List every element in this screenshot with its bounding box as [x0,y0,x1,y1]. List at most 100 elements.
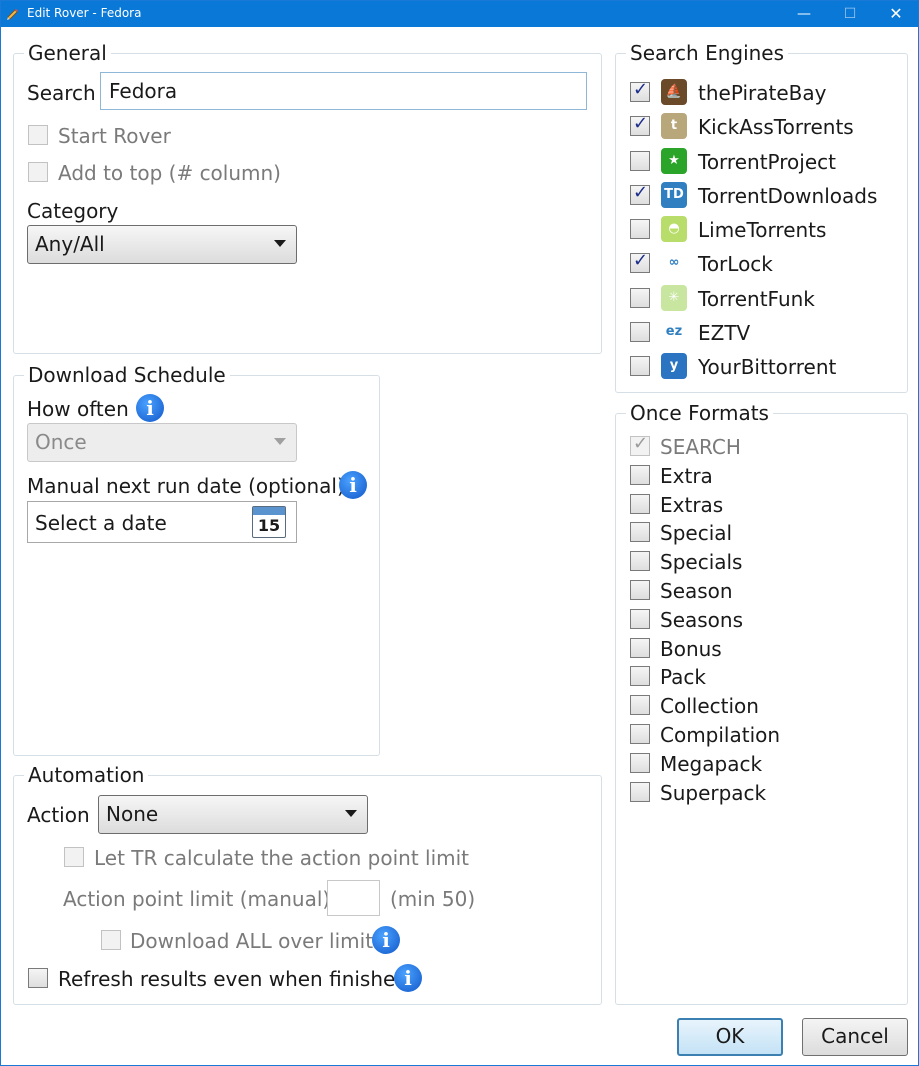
format-checkbox[interactable] [630,551,650,572]
point-limit-hint: (min 50) [390,887,476,911]
info-icon[interactable]: i [136,394,164,422]
engine-checkbox[interactable] [630,219,650,239]
check-icon: ✓ [633,250,649,272]
format-label: Seasons [660,607,744,632]
format-label: Specials [660,550,743,575]
search-input[interactable]: Fedora [100,72,587,110]
point-limit-label: Action point limit (manual) [63,887,331,911]
format-checkbox[interactable] [630,637,650,658]
format-label: Megapack [660,751,763,776]
automation-legend: Automation [24,763,149,787]
td-logo-icon: TD [661,181,687,208]
pencil-icon [7,9,18,20]
format-checkbox[interactable] [630,752,650,773]
once-formats-legend: Once Formats [626,401,773,425]
check-icon: ✓ [633,79,649,100]
maximize-button[interactable]: ☐ [827,1,873,27]
yourbittorrent-icon: y [661,353,687,379]
cancel-button[interactable]: Cancel [802,1018,908,1056]
window-title: Edit Rover - Fedora [27,6,142,20]
engine-label: LimeTorrents [698,218,827,242]
search-label: Search [27,81,96,105]
engine-label: TorrentProject [698,149,836,174]
check-icon: ✓ [633,181,649,203]
format-checkbox[interactable] [630,724,650,744]
engine-checkbox[interactable] [630,356,650,376]
format-checkbox[interactable] [630,666,650,687]
how-often-dropdown[interactable]: Once [27,423,297,462]
action-value: None [106,802,159,826]
refresh-results-label: Refresh results even when finished [58,967,409,991]
format-label: Pack [660,665,706,690]
format-label: Special [660,521,733,546]
ok-button[interactable]: OK [677,1018,783,1056]
calendar-day: 15 [257,516,281,535]
engine-label: EZTV [698,320,751,345]
format-checkbox[interactable] [630,580,650,600]
category-dropdown[interactable]: Any/All [27,225,297,264]
format-checkbox[interactable] [630,464,650,485]
search-engines-legend: Search Engines [626,41,789,65]
format-checkbox[interactable] [630,781,650,802]
calendar-icon[interactable]: 15 [252,506,286,538]
format-label: Superpack [660,780,767,805]
engine-label: YourBittorrent [698,355,837,379]
green-star-icon: ★ [661,147,687,174]
action-dropdown[interactable]: None [98,795,368,834]
lime-icon: ◓ [661,216,687,242]
category-label: Category [27,199,119,223]
format-label: Extra [660,463,713,488]
format-checkbox[interactable] [630,493,650,514]
format-checkbox[interactable] [630,608,650,629]
torrentfunk-icon: ✳ [661,284,687,311]
download-all-checkbox[interactable] [101,930,121,950]
info-icon[interactable]: i [372,926,400,954]
download-all-label: Download ALL over limit [130,929,374,953]
check-icon: ✓ [633,113,649,135]
info-icon[interactable]: i [339,471,367,499]
format-label: Season [660,579,733,603]
date-picker[interactable]: Select a date 15 [27,501,297,543]
format-checkbox[interactable] [630,522,650,543]
format-label: Compilation [660,723,781,747]
category-value: Any/All [35,232,105,256]
engine-checkbox[interactable]: ✓ [630,113,650,137]
once-formats-group: Once Formats [615,401,908,1005]
check-icon: ✓ [633,433,649,454]
download-schedule-legend: Download Schedule [24,363,230,387]
engine-label: TorLock [698,252,773,277]
pirate-ship-icon: ⛵ [661,79,687,105]
format-label: Collection [660,694,759,719]
refresh-results-checkbox[interactable] [28,968,48,988]
format-checkbox[interactable]: ✓ [630,433,650,456]
format-label: SEARCH [660,435,741,459]
engine-checkbox[interactable]: ✓ [630,181,650,205]
general-legend: General [24,41,111,65]
point-limit-input[interactable] [327,880,380,916]
manual-date-label: Manual next run date (optional) [27,474,345,498]
info-icon[interactable]: i [394,964,422,992]
format-checkbox[interactable] [630,695,650,716]
chevron-down-icon [345,810,357,817]
format-label: Bonus [660,636,722,661]
let-tr-checkbox[interactable] [64,847,84,867]
add-to-top-label: Add to top (# column) [58,161,281,185]
start-rover-label: Start Rover [58,124,171,148]
torlock-icon: ∞ [661,250,687,277]
title-bar[interactable]: Edit Rover - Fedora — ☐ ✕ [1,1,918,27]
engine-label: KickAssTorrents [698,115,854,140]
engine-label: TorrentDownloads [698,183,878,208]
engine-checkbox[interactable]: ✓ [630,250,650,274]
engine-checkbox[interactable] [630,321,650,342]
engine-label: thePirateBay [698,81,827,105]
close-button[interactable]: ✕ [873,1,919,27]
engine-checkbox[interactable]: ✓ [630,79,650,102]
engine-checkbox[interactable] [630,150,650,171]
start-rover-checkbox[interactable] [28,125,48,145]
engine-checkbox[interactable] [630,287,650,308]
add-to-top-checkbox[interactable] [28,162,48,182]
eztv-icon: ez [661,318,687,345]
chevron-down-icon [274,240,286,247]
edit-rover-dialog: Edit Rover - Fedora — ☐ ✕ General Search… [0,0,919,1066]
minimize-button[interactable]: — [781,1,827,27]
